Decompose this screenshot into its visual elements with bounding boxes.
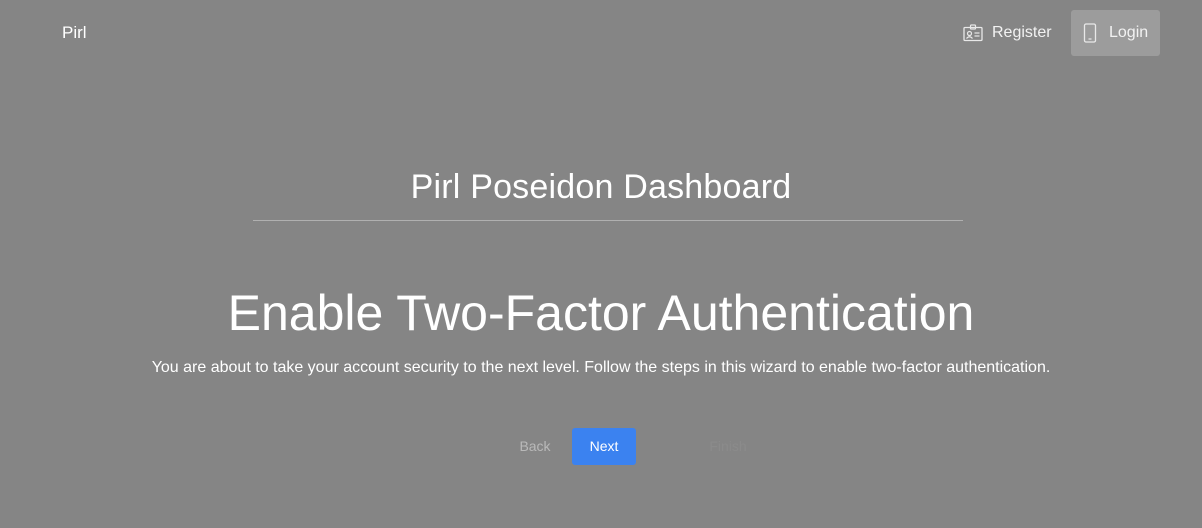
register-label: Register	[992, 24, 1052, 41]
login-label: Login	[1109, 24, 1149, 41]
wizard-description: You are about to take your account secur…	[151, 359, 1051, 376]
back-button[interactable]: Back	[508, 428, 562, 465]
title-divider	[253, 220, 963, 221]
top-navbar: Pirl Register Login	[0, 0, 1202, 66]
wizard-heading: Enable Two-Factor Authentication	[227, 285, 975, 341]
register-link[interactable]: Register	[960, 10, 1054, 56]
id-card-icon	[962, 22, 984, 44]
page: Pirl Register Login Pirl Poseidon Dashbo…	[0, 0, 1202, 528]
wizard-navigation: Back Next Finish	[0, 428, 1202, 466]
dashboard-title: Pirl Poseidon Dashboard	[410, 168, 792, 206]
next-button[interactable]: Next	[572, 428, 636, 465]
finish-button[interactable]: Finish	[690, 428, 766, 465]
brand-link[interactable]: Pirl	[62, 22, 87, 44]
mobile-phone-icon	[1079, 22, 1101, 44]
login-link[interactable]: Login	[1071, 10, 1160, 56]
